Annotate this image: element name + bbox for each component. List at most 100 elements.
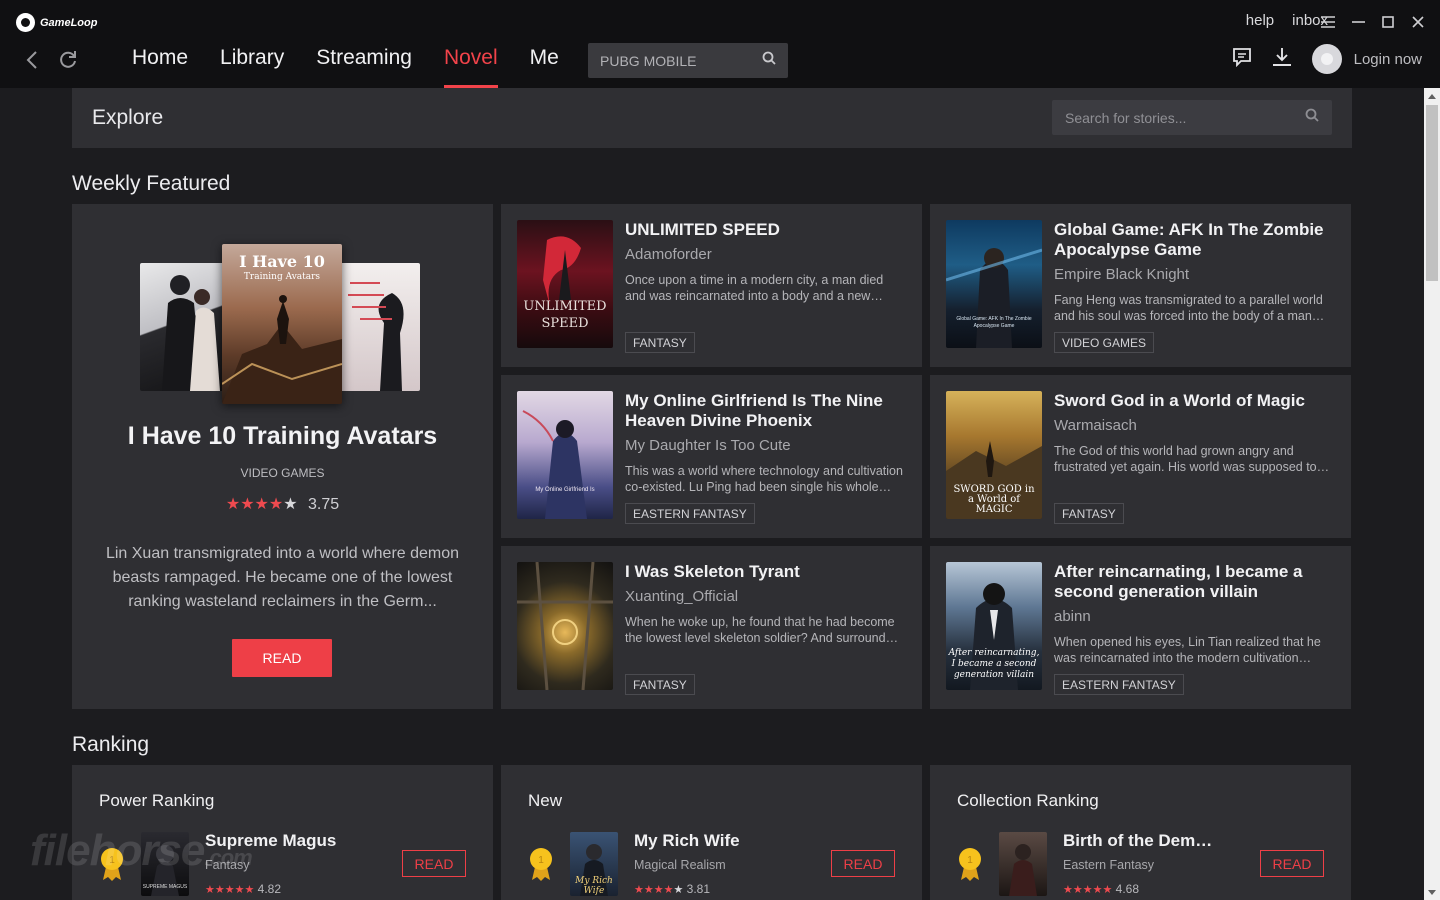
help-link[interactable]: help [1246, 12, 1274, 29]
book-card-global-game[interactable]: Global Game: AFK In The Zombie Apocalyps… [930, 204, 1351, 367]
featured-book-card[interactable]: I Have 10 Training Avatars I Have 10 Tra… [72, 204, 493, 709]
rank-rating-value: 4.68 [1115, 882, 1140, 896]
book-author: Adamoforder [625, 246, 712, 263]
watermark-text: filehorse [30, 826, 205, 875]
rank-book-cover [999, 832, 1047, 896]
featured-cover: I Have 10 Training Avatars [222, 244, 342, 404]
featured-description: Lin Xuan transmigrated into a world wher… [105, 545, 460, 610]
book-card-second-generation-villain[interactable]: After reincarnating, I became a second g… [930, 546, 1351, 709]
svg-text:1: 1 [967, 855, 973, 866]
search-icon[interactable] [762, 51, 776, 70]
ranking-title[interactable]: Power Ranking [99, 791, 214, 811]
tab-home[interactable]: Home [132, 46, 188, 88]
login-link[interactable]: Login now [1354, 51, 1422, 68]
rank-book-genre: Eastern Fantasy [1063, 858, 1155, 872]
rank-rating-value: 3.81 [686, 882, 711, 896]
featured-title: I Have 10 Training Avatars [127, 422, 438, 450]
genre-tag: EASTERN FANTASY [625, 503, 755, 524]
search-icon[interactable] [1305, 108, 1319, 127]
rank-book-rating: ★★★★★ 4.68 [1063, 882, 1139, 896]
star-rating-icon: ★★★★★ [225, 496, 298, 513]
weekly-featured-heading: Weekly Featured [72, 172, 231, 195]
genre-tag: VIDEO GAMES [1054, 332, 1155, 353]
story-search-box [1052, 100, 1332, 135]
rank-book-cover: My Rich Wife [570, 832, 618, 896]
refresh-icon[interactable] [56, 48, 80, 72]
story-search-input[interactable] [1065, 109, 1295, 126]
book-description: Fang Heng was transmigrated to a paralle… [1054, 293, 1323, 323]
book-author: Xuanting_Official [625, 588, 739, 605]
book-cover-text: After reincarnating, I became a second g… [948, 648, 1040, 680]
rank-read-button[interactable]: READ [1260, 850, 1324, 877]
book-cover-text: Global Game: AFK In The Zombie Apocalyps… [956, 316, 1032, 329]
tab-me[interactable]: Me [530, 46, 559, 88]
book-author: My Daughter Is Too Cute [625, 437, 791, 454]
main-nav: Home Library Streaming Novel Me [132, 46, 559, 88]
tab-library[interactable]: Library [220, 46, 284, 88]
genre-tag: FANTASY [625, 674, 695, 695]
game-search-box [588, 43, 788, 78]
page-title: Explore [92, 106, 164, 129]
maximize-icon[interactable] [1380, 8, 1396, 36]
rank-book-title[interactable]: My Rich Wife [634, 831, 784, 851]
book-title: My Online Girlfriend Is The Nine Heaven … [625, 391, 883, 430]
avatar[interactable] [1311, 44, 1342, 74]
scroll-thumb[interactable] [1426, 105, 1438, 281]
book-cover: After reincarnating, I became a second g… [946, 562, 1042, 690]
watermark: filehorse.com [30, 826, 253, 876]
tab-streaming[interactable]: Streaming [316, 46, 412, 88]
app-logo: GameLoop [16, 13, 97, 32]
book-cover-text: SWORD GOD in a World of MAGIC [953, 484, 1035, 515]
scroll-down-arrow-icon[interactable] [1424, 884, 1440, 900]
app-name: GameLoop [40, 16, 98, 29]
featured-cover-stack: I Have 10 Training Avatars [140, 244, 420, 404]
book-title: Global Game: AFK In The Zombie Apocalyps… [1054, 220, 1324, 259]
ranking-title[interactable]: New [528, 791, 562, 811]
featured-cover-subtitle: Training Avatars [243, 272, 321, 282]
window-controls [1320, 8, 1426, 36]
rank-read-button[interactable]: READ [831, 850, 895, 877]
book-title: Sword God in a World of Magic [1054, 391, 1305, 410]
ranking-card-collection: Collection Ranking 1 Birth of the Demoni… [930, 765, 1351, 900]
rank-book-title[interactable]: Birth of the Demonic Sword [1063, 831, 1213, 851]
side-cover-right [340, 263, 420, 391]
svg-text:1: 1 [538, 855, 544, 866]
book-description: The God of this world had grown angry an… [1054, 444, 1317, 474]
download-icon[interactable] [1272, 47, 1292, 72]
book-cover: Global Game: AFK In The Zombie Apocalyps… [946, 220, 1042, 348]
genre-tag: FANTASY [625, 332, 695, 353]
game-search-input[interactable] [600, 52, 750, 69]
book-description: When he woke up, he found that he had be… [625, 615, 900, 645]
book-card-online-girlfriend[interactable]: My Online Girlfriend Is My Online Girlfr… [501, 375, 922, 538]
featured-rating-value: 3.75 [308, 496, 340, 513]
featured-rating: ★★★★★ 3.75 [72, 494, 493, 514]
book-author: abinn [1054, 608, 1091, 625]
back-arrow-icon[interactable] [20, 48, 44, 72]
book-card-skeleton-tyrant[interactable]: I Was Skeleton Tyrant Xuanting_Official … [501, 546, 922, 709]
book-cover-text: UNLIMITED SPEED [523, 299, 607, 331]
star-rating-icon: ★★★★★ [205, 884, 255, 896]
rank-cover-text: SUPREME MAGUS [142, 884, 188, 890]
book-description: This was a world where technology and cu… [625, 464, 903, 494]
vertical-scrollbar[interactable] [1424, 88, 1440, 900]
message-icon[interactable] [1232, 47, 1252, 72]
menu-icon[interactable] [1320, 8, 1336, 36]
close-icon[interactable] [1410, 8, 1426, 36]
ranking-card-new: New 1 My Rich Wife My Rich Wife Magical … [501, 765, 922, 900]
featured-read-button[interactable]: READ [232, 639, 332, 677]
gameloop-logo-icon [16, 13, 35, 32]
tab-novel[interactable]: Novel [443, 46, 498, 88]
book-cover-text: My Online Girlfriend Is [535, 487, 595, 493]
rank-book-rating: ★★★★★ 3.81 [634, 882, 710, 896]
scroll-up-arrow-icon[interactable] [1424, 88, 1440, 104]
book-author: Empire Black Knight [1054, 266, 1190, 283]
rank-rating-value: 4.82 [257, 882, 282, 896]
minimize-icon[interactable] [1350, 8, 1366, 36]
rank-read-button[interactable]: READ [402, 850, 466, 877]
book-card-sword-god[interactable]: SWORD GOD in a World of MAGIC Sword God … [930, 375, 1351, 538]
book-card-unlimited-speed[interactable]: UNLIMITED SPEED UNLIMITED SPEED Adamofor… [501, 204, 922, 367]
ranking-title[interactable]: Collection Ranking [957, 791, 1099, 811]
star-rating-icon: ★★★★★ [634, 884, 684, 896]
genre-tag: EASTERN FANTASY [1054, 674, 1184, 695]
rank-cover-text: My Rich Wife [575, 876, 613, 896]
